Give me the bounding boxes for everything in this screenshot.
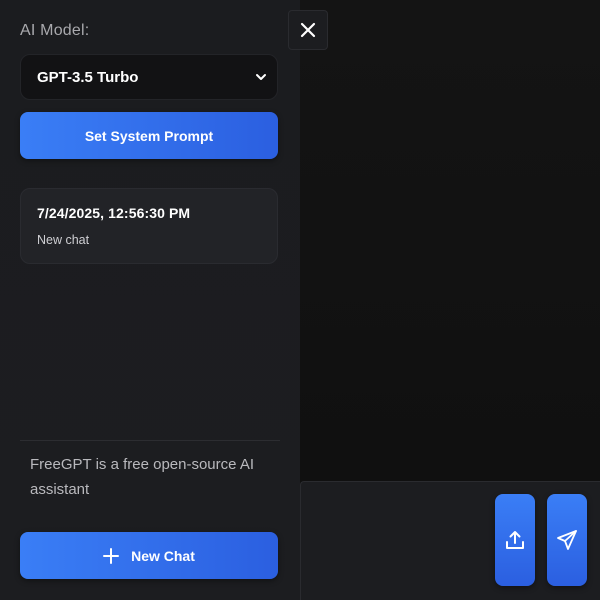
upload-button[interactable] — [495, 494, 535, 586]
new-chat-label: New Chat — [131, 547, 195, 564]
chat-history-date: 7/24/2025, 12:56:30 PM — [37, 205, 191, 221]
model-select-value: GPT-3.5 Turbo — [37, 68, 139, 86]
new-chat-button[interactable]: New Chat — [20, 532, 278, 579]
model-select[interactable]: GPT-3.5 Turbo — [20, 54, 278, 100]
upload-icon — [504, 529, 526, 551]
app-root: AI Model: GPT-3.5 Turbo Set System Promp… — [0, 0, 600, 600]
about-text: FreeGPT is a free open-source AI assista… — [30, 456, 254, 498]
close-sidebar-button[interactable] — [288, 10, 328, 50]
set-system-prompt-label: Set System Prompt — [84, 127, 214, 144]
set-system-prompt-button[interactable]: Set System Prompt — [20, 112, 278, 159]
send-button[interactable] — [547, 494, 587, 586]
model-label: AI Model: — [20, 22, 90, 39]
chat-history-title: New chat — [37, 233, 90, 247]
chat-history-item[interactable]: 7/24/2025, 12:56:30 PM New chat — [20, 188, 278, 264]
chevron-down-icon — [253, 69, 269, 85]
close-icon — [300, 22, 316, 38]
send-icon — [555, 528, 579, 552]
sidebar: AI Model: GPT-3.5 Turbo Set System Promp… — [0, 0, 300, 600]
sidebar-divider — [20, 440, 280, 441]
plus-icon — [103, 547, 120, 564]
